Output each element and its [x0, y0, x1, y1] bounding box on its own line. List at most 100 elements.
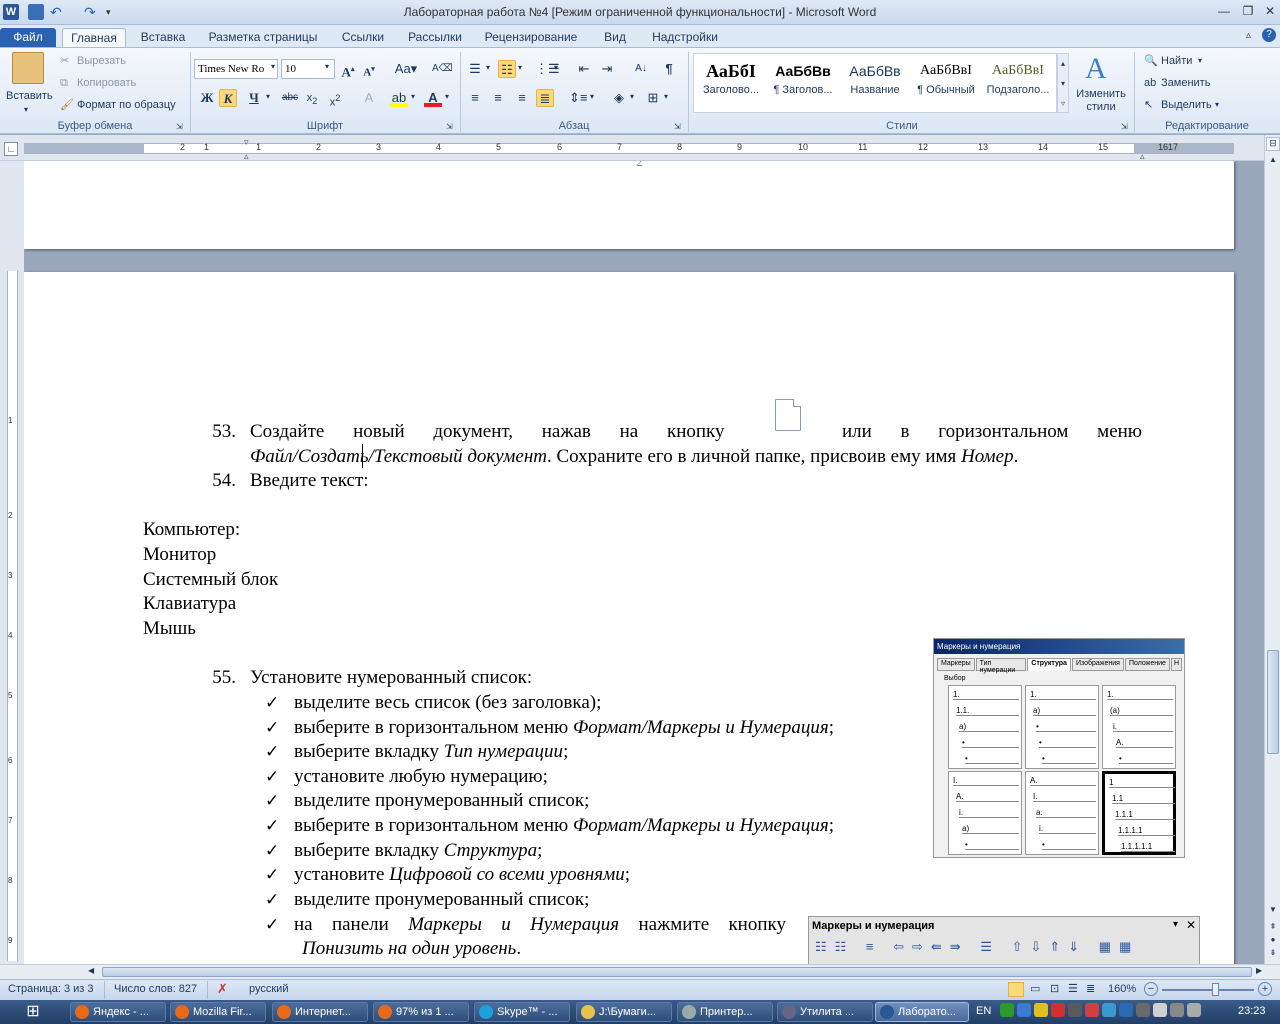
- tray-icon[interactable]: [1102, 1003, 1116, 1017]
- tab-selector-icon[interactable]: ∟: [4, 142, 18, 156]
- superscript-icon[interactable]: x2: [326, 89, 344, 109]
- zoom-level[interactable]: 160%: [1108, 983, 1136, 995]
- tray-icon[interactable]: [1170, 1003, 1184, 1017]
- zoom-out-icon[interactable]: −: [1144, 982, 1158, 996]
- strikethrough-icon[interactable]: abc: [280, 89, 300, 107]
- paste-dropdown-icon[interactable]: ▾: [24, 102, 28, 118]
- previous-page-icon[interactable]: ⇞: [1266, 922, 1280, 936]
- style-heading1[interactable]: АаБбІ Заголово...: [696, 54, 766, 110]
- clear-formatting-icon[interactable]: A⌫: [432, 60, 453, 78]
- underline-dropdown-icon[interactable]: ▾: [266, 92, 270, 101]
- paste-icon[interactable]: [12, 52, 44, 84]
- tab-insert[interactable]: Вставка: [132, 28, 194, 47]
- web-layout-icon[interactable]: ⊡: [1050, 982, 1059, 995]
- minimize-button[interactable]: —: [1212, 2, 1236, 20]
- full-screen-icon[interactable]: ▭: [1030, 982, 1040, 995]
- taskbar-item[interactable]: J:\Бумаги...: [576, 1002, 672, 1022]
- text-effects-icon[interactable]: A: [360, 89, 378, 107]
- increase-indent-icon[interactable]: ⇥: [598, 60, 616, 78]
- zoom-slider[interactable]: [1162, 989, 1254, 991]
- tab-review[interactable]: Рецензирование: [476, 28, 586, 47]
- horizontal-ruler[interactable]: ∟ ▿ ▵ ▵ 2 1 1 2 3 4 5 6 7 8 9 10 11 12 13 14 15 16 17: [0, 135, 1280, 161]
- taskbar-item[interactable]: Лаборато...: [875, 1002, 969, 1022]
- tray-icon[interactable]: [1068, 1003, 1082, 1017]
- document-area[interactable]: 2 53. Создайте новый документ, нажав на …: [24, 161, 1264, 964]
- show-formatting-icon[interactable]: ¶: [660, 60, 678, 78]
- underline-button[interactable]: Ч: [245, 89, 263, 107]
- taskbar-item[interactable]: Утилита ...: [777, 1002, 873, 1022]
- bold-button[interactable]: Ж: [198, 89, 216, 107]
- minimize-ribbon-icon[interactable]: ▵: [1246, 30, 1251, 41]
- bullets-icon[interactable]: ☰: [466, 60, 484, 78]
- change-styles-button[interactable]: Изменить стили: [1074, 88, 1128, 114]
- styles-scroll-icon[interactable]: ▴ ▾ ▿: [1057, 53, 1069, 113]
- select-dropdown-icon[interactable]: ▾: [1215, 97, 1219, 113]
- clock[interactable]: 23:23: [1238, 1005, 1266, 1017]
- vertical-scrollbar[interactable]: ⊟ ▲ ▼ ⇞ ● ⇟: [1264, 135, 1280, 964]
- print-layout-icon[interactable]: [1008, 982, 1024, 997]
- zoom-slider-thumb[interactable]: [1212, 983, 1219, 996]
- font-color-icon[interactable]: A: [424, 89, 442, 107]
- style-heading2[interactable]: АаБбВв ¶ Заголов...: [768, 54, 838, 110]
- outline-icon[interactable]: ☰: [1068, 982, 1078, 995]
- font-color-dropdown-icon[interactable]: ▾: [445, 92, 449, 101]
- borders-dropdown-icon[interactable]: ▾: [664, 92, 668, 101]
- clipboard-launcher-icon[interactable]: ⇲: [176, 122, 183, 131]
- tab-file[interactable]: Файл: [0, 28, 56, 47]
- style-title[interactable]: АаБбВв Название: [840, 54, 910, 110]
- ruler-toggle-icon[interactable]: ⊟: [1266, 137, 1280, 151]
- page-count[interactable]: Страница: 3 из 3: [8, 983, 94, 995]
- zoom-in-icon[interactable]: +: [1258, 982, 1272, 996]
- borders-icon[interactable]: ⊞: [644, 89, 662, 107]
- font-launcher-icon[interactable]: ⇲: [446, 122, 453, 131]
- taskbar-item[interactable]: Интернет...: [272, 1002, 368, 1022]
- taskbar-item[interactable]: 97% из 1 ...: [373, 1002, 469, 1022]
- scroll-thumb[interactable]: [1267, 650, 1279, 754]
- tray-icon[interactable]: [1051, 1003, 1065, 1017]
- tray-icon[interactable]: [1034, 1003, 1048, 1017]
- draft-icon[interactable]: ≣: [1086, 982, 1095, 995]
- replace-button[interactable]: Заменить: [1161, 75, 1210, 91]
- select-button[interactable]: Выделить: [1161, 97, 1212, 113]
- style-normal[interactable]: АаБбВвІ ¶ Обычный: [911, 54, 981, 110]
- sort-icon[interactable]: A↓: [632, 60, 650, 78]
- input-language[interactable]: EN: [976, 1005, 991, 1017]
- tray-icon[interactable]: [1085, 1003, 1099, 1017]
- word-count[interactable]: Число слов: 827: [114, 983, 197, 995]
- align-right-icon[interactable]: ≡: [513, 89, 531, 107]
- line-spacing-icon[interactable]: ⇕≡: [569, 89, 587, 107]
- taskbar-item[interactable]: Яндекс - ...: [70, 1002, 166, 1022]
- numbering-icon[interactable]: ☷: [498, 60, 516, 78]
- help-icon[interactable]: ?: [1262, 28, 1276, 42]
- vertical-ruler[interactable]: 1 2 3 4 5 6 7 8 9: [0, 161, 24, 964]
- paragraph-launcher-icon[interactable]: ⇲: [674, 122, 681, 131]
- proofing-icon[interactable]: ✗: [217, 981, 228, 997]
- shading-dropdown-icon[interactable]: ▾: [630, 92, 634, 101]
- find-dropdown-icon[interactable]: ▾: [1198, 53, 1202, 69]
- tab-page-layout[interactable]: Разметка страницы: [200, 28, 326, 47]
- start-button[interactable]: ⊞: [14, 1001, 52, 1023]
- font-family-combo[interactable]: Times New Ro: [194, 59, 278, 79]
- format-painter-button[interactable]: Формат по образцу: [77, 97, 176, 113]
- tab-references[interactable]: Ссылки: [332, 28, 394, 47]
- line-spacing-dropdown-icon[interactable]: ▾: [590, 92, 594, 101]
- scroll-right-icon[interactable]: ▶: [1256, 966, 1262, 975]
- styles-launcher-icon[interactable]: ⇲: [1121, 122, 1128, 131]
- tray-icon[interactable]: [1017, 1003, 1031, 1017]
- cut-button[interactable]: Вырезать: [77, 53, 126, 69]
- numbering-dropdown-icon[interactable]: ▾: [518, 63, 522, 72]
- bullets-dropdown-icon[interactable]: ▾: [486, 63, 490, 72]
- change-styles-icon[interactable]: A: [1085, 52, 1107, 86]
- scroll-down-icon[interactable]: ▼: [1266, 905, 1280, 919]
- grow-font-icon[interactable]: A▴: [339, 60, 357, 79]
- tray-icon[interactable]: [1187, 1003, 1201, 1017]
- highlight-icon[interactable]: ab: [390, 89, 408, 107]
- style-subtitle[interactable]: АаБбВвІ Подзаголо...: [983, 54, 1053, 110]
- italic-button[interactable]: К: [219, 89, 237, 107]
- tab-mailings[interactable]: Рассылки: [400, 28, 470, 47]
- find-button[interactable]: Найти: [1161, 53, 1192, 69]
- scroll-left-icon[interactable]: ◀: [88, 966, 94, 975]
- font-size-dropdown-icon[interactable]: ▾: [325, 62, 329, 71]
- tab-addins[interactable]: Надстройки: [644, 28, 726, 47]
- shading-icon[interactable]: ◈: [610, 89, 628, 107]
